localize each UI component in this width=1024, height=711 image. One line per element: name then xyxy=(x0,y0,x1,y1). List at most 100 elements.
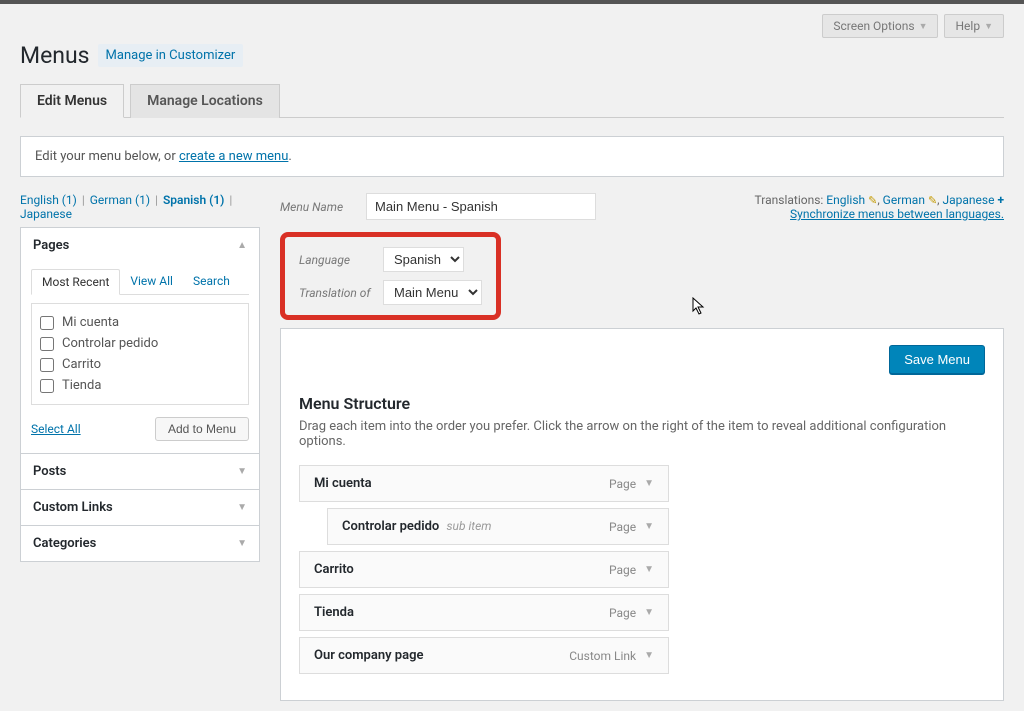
pages-panel-header[interactable]: Pages ▲ xyxy=(21,228,259,263)
menu-item-title: Our company page xyxy=(314,648,423,663)
content-wrap: Screen Options ▼ Help ▼ Menus Manage in … xyxy=(0,4,1024,711)
notice-box: Edit your menu below, or create a new me… xyxy=(20,136,1004,177)
structure-title: Menu Structure xyxy=(299,394,985,413)
page-item[interactable]: Controlar pedido xyxy=(40,333,240,354)
page-item[interactable]: Mi cuenta xyxy=(40,312,240,333)
columns: English (1) | German (1) | Spanish (1) |… xyxy=(20,193,1004,701)
translation-german-link[interactable]: German xyxy=(883,193,925,207)
caret-down-icon[interactable]: ▼ xyxy=(644,478,654,489)
menu-name-input[interactable] xyxy=(366,193,596,220)
lang-japanese[interactable]: Japanese xyxy=(20,207,72,221)
pencil-icon[interactable]: ✎ xyxy=(868,194,877,207)
highlight-box: Language Spanish Translation of Main Men… xyxy=(280,232,501,320)
translation-of-select[interactable]: Main Menu xyxy=(383,280,482,305)
pencil-icon[interactable]: ✎ xyxy=(928,194,937,207)
custom-links-title: Custom Links xyxy=(33,500,113,515)
menu-item-title: Controlar pedido xyxy=(342,519,439,534)
pages-subtabs: Most Recent View All Search xyxy=(31,269,249,295)
translation-row: Translation of Main Menu xyxy=(299,280,482,305)
menu-item[interactable]: Mi cuenta Page ▼ xyxy=(299,465,669,502)
screen-meta-tabs: Screen Options ▼ Help ▼ xyxy=(20,14,1004,38)
menu-item[interactable]: Tienda Page ▼ xyxy=(299,594,669,631)
help-tab[interactable]: Help ▼ xyxy=(944,14,1004,38)
synchronize-link[interactable]: Synchronize menus between languages. xyxy=(790,207,1004,221)
subtab-viewall[interactable]: View All xyxy=(120,269,183,294)
caret-down-icon[interactable]: ▼ xyxy=(644,521,654,532)
create-new-menu-link[interactable]: create a new menu xyxy=(179,149,288,164)
categories-panel-header[interactable]: Categories ▼ xyxy=(21,526,259,561)
menu-name-row: Menu Name xyxy=(280,193,755,220)
page-checkbox[interactable] xyxy=(40,358,54,372)
pages-title: Pages xyxy=(33,238,69,253)
menu-item-type: Page xyxy=(609,563,636,577)
sidebar-column: English (1) | German (1) | Spanish (1) |… xyxy=(20,193,260,562)
caret-down-icon: ▼ xyxy=(919,21,928,32)
menu-item-type: Custom Link xyxy=(569,649,636,663)
lang-english[interactable]: English (1) xyxy=(20,193,77,207)
page-header: Menus Manage in Customizer xyxy=(20,42,1004,69)
translation-of-label: Translation of xyxy=(299,286,373,300)
custom-links-panel-header[interactable]: Custom Links ▼ xyxy=(21,490,259,525)
sub-item-label: sub item xyxy=(447,519,492,533)
manage-in-customizer-button[interactable]: Manage in Customizer xyxy=(98,44,244,67)
pages-panel: Pages ▲ Most Recent View All Search Mi c… xyxy=(20,227,260,454)
lang-spanish[interactable]: Spanish (1) xyxy=(163,193,224,207)
menu-item[interactable]: Carrito Page ▼ xyxy=(299,551,669,588)
lang-german[interactable]: German (1) xyxy=(90,193,150,207)
select-all-link[interactable]: Select All xyxy=(31,422,81,436)
page-title: Menus xyxy=(20,42,90,69)
structure-desc: Drag each item into the order you prefer… xyxy=(299,419,985,449)
caret-down-icon: ▼ xyxy=(237,466,247,477)
translation-english-link[interactable]: English xyxy=(826,193,865,207)
page-list: Mi cuenta Controlar pedido Carrito Tiend… xyxy=(31,303,249,405)
translation-japanese-link[interactable]: Japanese xyxy=(943,193,995,207)
tab-edit-menus[interactable]: Edit Menus xyxy=(20,84,124,118)
menu-structure-list: Mi cuenta Page ▼ Controlar pedido sub ite… xyxy=(299,465,985,674)
menu-name-label: Menu Name xyxy=(280,200,354,214)
pages-footer: Select All Add to Menu xyxy=(31,417,249,441)
screen-options-tab[interactable]: Screen Options ▼ xyxy=(822,14,938,38)
page-item[interactable]: Carrito xyxy=(40,354,240,375)
main-column: Menu Name Language Spanish Translation o… xyxy=(280,193,1004,701)
menu-item-type: Page xyxy=(609,477,636,491)
menu-item-title: Carrito xyxy=(314,562,354,577)
translations-bar: Translations: English ✎, German ✎, Japan… xyxy=(755,193,1004,221)
main-panel: Save Menu Menu Structure Drag each item … xyxy=(280,328,1004,701)
menu-item-title: Mi cuenta xyxy=(314,476,372,491)
page-checkbox[interactable] xyxy=(40,379,54,393)
menu-item-type: Page xyxy=(609,606,636,620)
notice-text: Edit your menu below, or xyxy=(35,149,179,164)
caret-down-icon: ▼ xyxy=(984,21,993,32)
caret-up-icon: ▲ xyxy=(237,240,247,251)
menu-item-title: Tienda xyxy=(314,605,354,620)
save-menu-button[interactable]: Save Menu xyxy=(889,345,985,374)
caret-down-icon[interactable]: ▼ xyxy=(644,650,654,661)
caret-down-icon: ▼ xyxy=(237,538,247,549)
save-row: Save Menu xyxy=(299,345,985,374)
menu-item[interactable]: Our company page Custom Link ▼ xyxy=(299,637,669,674)
caret-down-icon[interactable]: ▼ xyxy=(644,564,654,575)
translations-prefix: Translations: xyxy=(755,193,824,207)
tab-manage-locations[interactable]: Manage Locations xyxy=(130,84,280,118)
custom-links-panel: Custom Links ▼ xyxy=(20,490,260,526)
posts-title: Posts xyxy=(33,464,66,479)
language-row: Language Spanish xyxy=(299,247,482,272)
menu-top-section: Menu Name Language Spanish Translation o… xyxy=(280,193,1004,322)
posts-panel-header[interactable]: Posts ▼ xyxy=(21,454,259,489)
help-label: Help xyxy=(955,19,980,33)
subtab-search[interactable]: Search xyxy=(183,269,240,294)
language-filter: English (1) | German (1) | Spanish (1) |… xyxy=(20,193,260,221)
page-checkbox[interactable] xyxy=(40,316,54,330)
nav-tabs: Edit Menus Manage Locations xyxy=(20,83,1004,118)
caret-down-icon[interactable]: ▼ xyxy=(644,607,654,618)
caret-down-icon: ▼ xyxy=(237,502,247,513)
plus-icon[interactable]: + xyxy=(997,193,1004,207)
subtab-recent[interactable]: Most Recent xyxy=(31,269,120,295)
page-item[interactable]: Tienda xyxy=(40,375,240,396)
page-checkbox[interactable] xyxy=(40,337,54,351)
categories-panel: Categories ▼ xyxy=(20,526,260,562)
language-select[interactable]: Spanish xyxy=(383,247,464,272)
add-to-menu-button[interactable]: Add to Menu xyxy=(155,417,249,441)
menu-item-type: Page xyxy=(609,520,636,534)
menu-item-child[interactable]: Controlar pedido sub item Page ▼ xyxy=(327,508,669,545)
